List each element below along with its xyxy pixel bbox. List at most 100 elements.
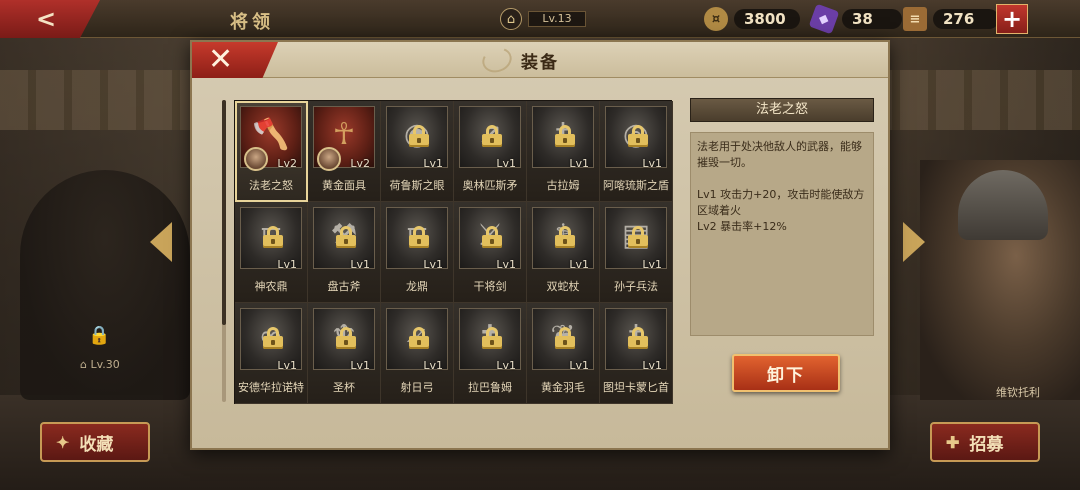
- equipment-slot[interactable]: ◎Lv1 阿喀琉斯之盾: [600, 101, 673, 202]
- item-level: Lv1: [350, 258, 370, 271]
- caduceus-icon: ⚕Lv1: [532, 207, 594, 271]
- gold-resource[interactable]: ¤ 3800: [704, 6, 800, 32]
- equipment-slot[interactable]: ➶Lv1 射日弓: [381, 303, 454, 404]
- lock-icon: [482, 226, 502, 248]
- equipment-slot[interactable]: ▤Lv1 孙子兵法: [600, 202, 673, 303]
- equipment-slot[interactable]: ☥ Lv2 黄金面具: [308, 101, 381, 202]
- lock-icon: [409, 327, 429, 349]
- item-name: 射日弓: [400, 381, 434, 394]
- lock-icon: [555, 327, 575, 349]
- page-title: 将领: [230, 12, 274, 33]
- item-glyph: 🪓: [252, 117, 290, 152]
- unequip-button[interactable]: 卸下: [732, 354, 840, 392]
- grid-scrollbar[interactable]: [222, 100, 226, 402]
- lock-icon: [263, 327, 283, 349]
- mask-icon: ☥ Lv2: [313, 106, 375, 171]
- equipment-slot[interactable]: ⩌Lv1 神农鼎: [235, 202, 308, 303]
- equipment-slot[interactable]: 🪓 Lv2 法老之怒: [235, 101, 308, 202]
- item-name: 孙子兵法: [614, 280, 658, 293]
- lock-icon: [555, 125, 575, 147]
- detail-description-box: 法老用于处决他敌人的武器，能够摧毁一切。 Lv1 攻击力+20，攻击时能使敌方区…: [690, 132, 874, 336]
- equipment-slot[interactable]: ↗Lv1 奥林匹斯矛: [454, 101, 527, 202]
- back-arrow-icon: <: [36, 5, 57, 33]
- equipment-slot[interactable]: ∞Lv1 安德华拉诺特: [235, 303, 308, 404]
- item-name: 拉巴鲁姆: [468, 381, 512, 394]
- serpent-ring-icon: ∞Lv1: [240, 308, 302, 372]
- cauldron-icon: ⩌Lv1: [240, 207, 302, 271]
- detail-description: 法老用于处决他敌人的武器，能够摧毁一切。: [697, 140, 862, 169]
- collect-label: 收藏: [79, 434, 114, 455]
- item-name: 圣杯: [333, 381, 355, 394]
- item-level: Lv2: [350, 157, 370, 170]
- wing-icon: ❦Lv1: [532, 308, 594, 372]
- gold-value: 3800: [734, 9, 800, 29]
- item-name: 奥林匹斯矛: [462, 179, 518, 192]
- equipment-slot[interactable]: ⩌Lv1 龙鼎: [381, 202, 454, 303]
- lock-icon: [336, 226, 356, 248]
- recruit-button[interactable]: ✚ 招募: [930, 422, 1040, 462]
- axe-icon: 🪓 Lv2: [240, 106, 302, 171]
- item-name: 图坦卡蒙匕首: [603, 381, 669, 394]
- equipment-slot[interactable]: ❦Lv1 黄金羽毛: [527, 303, 600, 404]
- detail-effect-lv2: Lv2 暴击率+12%: [697, 220, 787, 233]
- gem-resource[interactable]: ◆ 38: [808, 3, 902, 35]
- locked-hero-level: ⌂ Lv.30: [80, 358, 120, 371]
- spear-icon: ↗Lv1: [459, 106, 521, 170]
- scroll-value: 276: [933, 9, 999, 29]
- dagger-icon: †Lv1: [605, 308, 667, 372]
- next-hero-arrow-icon[interactable]: [903, 222, 925, 262]
- back-button[interactable]: <: [0, 0, 100, 38]
- item-level: Lv1: [496, 157, 516, 170]
- item-name: 安德华拉诺特: [238, 381, 304, 394]
- spear-icon: ✝Lv1: [459, 308, 521, 372]
- item-name: 盘古斧: [327, 280, 361, 293]
- equipment-slot[interactable]: ✝Lv1 拉巴鲁姆: [454, 303, 527, 404]
- equipment-slot[interactable]: ⚕Lv1 双蛇杖: [527, 202, 600, 303]
- axe-icon: ⚒Lv1: [313, 207, 375, 271]
- lock-icon: [482, 125, 502, 147]
- equipment-slot[interactable]: ⚔Lv1 干将剑: [454, 202, 527, 303]
- hero-portrait-right[interactable]: [920, 160, 1080, 400]
- lock-icon: [336, 327, 356, 349]
- recruit-label: 招募: [969, 434, 1004, 455]
- modal-title: 装备: [521, 53, 559, 73]
- item-level: Lv1: [642, 258, 662, 271]
- equipment-slot[interactable]: †Lv1 古拉姆: [527, 101, 600, 202]
- lock-icon: [482, 327, 502, 349]
- purple-gem-icon: ◆: [808, 3, 840, 35]
- lock-icon: [409, 226, 429, 248]
- item-level: Lv1: [496, 359, 516, 372]
- collect-button[interactable]: ✦ 收藏: [40, 422, 150, 462]
- prev-hero-arrow-icon[interactable]: [150, 222, 172, 262]
- equipment-slot[interactable]: ◉Lv1 荷鲁斯之眼: [381, 101, 454, 202]
- gem-value: 38: [842, 9, 902, 29]
- item-level: Lv1: [423, 359, 443, 372]
- item-level: Lv1: [569, 359, 589, 372]
- lock-icon: [628, 226, 648, 248]
- equipment-slot[interactable]: ⚒Lv1 盘古斧: [308, 202, 381, 303]
- player-level-badge[interactable]: ⌂ Lv.13: [500, 7, 586, 31]
- grid-scrollbar-thumb[interactable]: [222, 100, 226, 325]
- item-level: Lv1: [642, 359, 662, 372]
- player-level-value: Lv.13: [528, 11, 586, 27]
- item-level: Lv1: [277, 359, 297, 372]
- equipment-modal: 装备 ✕ 🪓 Lv2 法老之怒 ☥ Lv2 黄金面具 ◉Lv1 荷鲁斯之眼 ↗Lv1 奥林匹斯矛 †…: [190, 40, 890, 450]
- item-name: 龙鼎: [406, 280, 428, 293]
- equipment-slot[interactable]: †Lv1 图坦卡蒙匕首: [600, 303, 673, 404]
- cauldron-icon: ⩌Lv1: [386, 207, 448, 271]
- item-level: Lv1: [569, 157, 589, 170]
- bow-icon: ➶Lv1: [386, 308, 448, 372]
- item-name: 荷鲁斯之眼: [389, 179, 445, 192]
- item-name: 法老之怒: [249, 179, 293, 192]
- eye-bracelet-icon: ◉Lv1: [386, 106, 448, 170]
- item-name: 阿喀琉斯之盾: [603, 179, 669, 192]
- item-level: Lv1: [277, 258, 297, 271]
- scroll-resource[interactable]: ≡ 276: [903, 6, 999, 32]
- lock-icon: [628, 125, 648, 147]
- item-level: Lv1: [350, 359, 370, 372]
- item-level: Lv1: [423, 258, 443, 271]
- equipment-slot[interactable]: ♆Lv1 圣杯: [308, 303, 381, 404]
- grail-icon: ♆Lv1: [313, 308, 375, 372]
- item-name: 神农鼎: [254, 280, 288, 293]
- add-resource-button[interactable]: +: [996, 4, 1028, 34]
